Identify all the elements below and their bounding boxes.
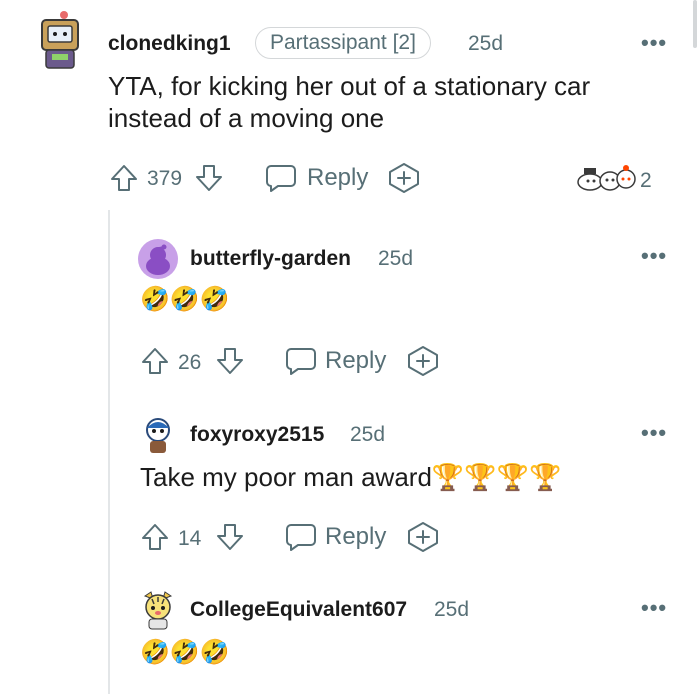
avatar[interactable] [141,416,175,456]
user-flair: Partassipant [2] [255,27,431,59]
comment-timestamp: 25d [350,423,386,446]
downvote-arrow-icon [217,524,243,550]
snoo-avatar-icon [146,418,170,453]
tiger-avatar-icon [143,591,173,630]
vote-count: 379 [147,167,183,190]
comment-username[interactable]: butterfly-garden [190,247,351,271]
award-plus-icon [389,163,419,193]
upvote-button[interactable] [139,345,171,377]
award-button[interactable] [406,521,440,553]
more-options-button[interactable]: ••• [641,420,667,446]
speech-bubble-icon [286,524,316,551]
awards-display[interactable] [576,162,638,194]
default-snoo-avatar-icon [138,239,178,279]
more-options-button[interactable]: ••• [641,30,667,56]
robot-box-avatar-icon [41,11,79,69]
comment-body: YTA, for kicking her out of a stationary… [108,71,591,133]
reply-label: Reply [325,523,387,550]
reply-label: Reply [325,347,387,374]
more-options-button[interactable]: ••• [641,243,667,269]
comment-timestamp: 25d [434,598,470,621]
scrollbar[interactable] [693,0,697,48]
comment-body: Take my poor man award🏆🏆🏆🏆 [140,462,562,492]
avatar[interactable] [139,590,177,630]
comment-username[interactable]: clonedking1 [108,32,231,56]
award-plus-icon [408,346,438,376]
vote-count: 26 [178,351,202,374]
awards-count: 2 [640,169,652,192]
speech-bubble-icon [266,165,296,192]
comment-timestamp: 25d [468,32,504,55]
award-button[interactable] [406,345,440,377]
comment-username[interactable]: foxyroxy2515 [190,423,324,447]
comment-timestamp: 25d [378,247,414,270]
downvote-arrow-icon [217,348,243,374]
comment-username[interactable]: CollegeEquivalent607 [190,598,407,622]
speech-bubble-icon [286,348,316,375]
downvote-arrow-icon [196,165,222,191]
award-button[interactable] [387,162,421,194]
avatar[interactable] [138,239,178,279]
upvote-arrow-icon [142,348,168,374]
upvote-button[interactable] [108,162,140,194]
vote-count: 14 [178,527,202,550]
upvote-button[interactable] [139,521,171,553]
downvote-button[interactable] [193,162,225,194]
award-plus-icon [408,522,438,552]
downvote-button[interactable] [214,521,246,553]
upvote-arrow-icon [111,165,137,191]
downvote-button[interactable] [214,345,246,377]
avatar[interactable] [36,10,84,74]
comment-body: 🤣🤣🤣 [140,639,230,666]
thread-line [108,210,110,694]
comment-body: 🤣🤣🤣 [140,286,230,313]
awards-icon [577,165,636,191]
more-options-button[interactable]: ••• [641,595,667,621]
reply-label: Reply [307,164,369,191]
upvote-arrow-icon [142,524,168,550]
